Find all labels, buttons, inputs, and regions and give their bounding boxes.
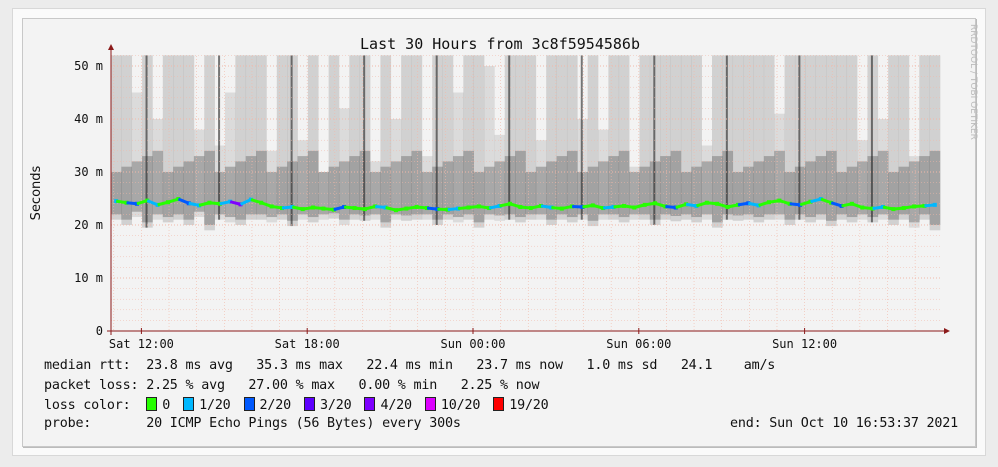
loss-color-item: 3/20	[304, 397, 352, 413]
loss-color-label: 19/20	[509, 398, 549, 413]
smoke-core	[556, 156, 568, 215]
smoke-spike	[580, 55, 583, 220]
smoke-core	[732, 172, 744, 216]
color-label: loss color:	[44, 398, 131, 413]
smoke-core	[473, 172, 485, 223]
smoke-core	[929, 150, 941, 225]
loss-color-item: 2/20	[243, 397, 292, 413]
smoke-core	[297, 156, 309, 215]
smoke-spike	[798, 55, 801, 220]
smoke-core	[743, 166, 754, 215]
smoke-core	[691, 166, 702, 218]
smoke-spike	[508, 55, 511, 220]
chart-title: Last 30 Hours from 3c8f5954586b	[360, 35, 640, 53]
smoke-core	[183, 161, 195, 220]
probe-row: probe: 20 ICMP Echo Pings (56 Bytes) eve…	[44, 416, 958, 431]
loss-color-swatch	[364, 397, 376, 411]
smoke-core	[805, 161, 816, 218]
smoke-core	[587, 166, 599, 221]
y-tick-label: 10 m	[74, 271, 103, 285]
loss-color-item: 19/20	[493, 397, 549, 413]
y-tick-label: 50 m	[74, 59, 103, 73]
y-tick-label: 20 m	[74, 218, 103, 232]
smoke-core	[224, 166, 236, 218]
median-label: median rtt:	[44, 358, 131, 373]
y-axis-label: Seconds	[29, 165, 44, 220]
loss-label: packet loss:	[44, 378, 139, 393]
smoke-core	[328, 166, 340, 214]
x-tick-label: Sat 12:00	[109, 337, 174, 351]
y-axis-arrow	[108, 44, 114, 50]
loss-values: 2.25 % avg 27.00 % max 0.00 % min 2.25 %…	[146, 378, 540, 393]
smoke-core	[390, 161, 402, 215]
loss-color-item: 4/20	[364, 397, 412, 413]
loss-color-swatch	[183, 397, 195, 411]
x-axis-arrow	[944, 328, 950, 334]
loss-color-swatch	[146, 397, 158, 411]
loss-color-label: 4/20	[380, 398, 412, 413]
smoke-core	[235, 161, 247, 220]
x-tick-label: Sun 12:00	[772, 337, 837, 351]
smoke-core	[908, 161, 920, 223]
loss-color-label: 10/20	[440, 398, 481, 413]
loss-color-swatch	[243, 397, 255, 411]
y-tick-label: 0	[96, 324, 103, 338]
smoke-core	[204, 150, 215, 225]
smoke-core	[815, 156, 827, 215]
smoke-core	[266, 172, 278, 218]
loss-color-swatch	[493, 397, 505, 411]
loss-color-label: 1/20	[199, 398, 231, 413]
smoke-core	[338, 161, 350, 220]
loss-color-label: 0	[162, 398, 171, 413]
x-tick-label: Sat 18:00	[275, 337, 340, 351]
packet-loss-row: packet loss: 2.25 % avg 27.00 % max 0.00…	[44, 378, 540, 393]
loss-color-label: 2/20	[259, 398, 292, 413]
smoke-spike	[363, 55, 366, 221]
smoke-spike	[218, 55, 221, 220]
probe-value: 20 ICMP Echo Pings (56 Bytes) every 300s	[146, 416, 461, 431]
y-tick-label: 30 m	[74, 165, 103, 179]
x-tick-label: Sun 06:00	[606, 337, 671, 351]
end-time: end: Sun Oct 10 16:53:37 2021	[730, 416, 958, 431]
smoke-core	[763, 156, 775, 215]
x-tick-label: Sun 00:00	[440, 337, 505, 351]
loss-color-item: 1/20	[183, 397, 231, 413]
median-values: 23.8 ms avg 35.3 ms max 22.4 ms min 23.7…	[146, 358, 776, 373]
median-rtt-row: median rtt: 23.8 ms avg 35.3 ms max 22.4…	[44, 358, 775, 373]
smoke-core	[162, 172, 174, 218]
smoke-core	[173, 166, 184, 215]
rrdtool-watermark: RRDTOOL / TOBI OETIKER	[968, 24, 978, 140]
smoke-core	[442, 161, 454, 215]
loss-color-row: loss color: 0 1/20 2/20 3/20 4/20 10/20 19/20	[44, 397, 562, 413]
loss-color-item: 0	[146, 397, 171, 413]
loss-color-label: 3/20	[320, 398, 352, 413]
probe-label: probe:	[44, 416, 92, 431]
y-tick-label: 40 m	[74, 112, 103, 126]
median-point	[932, 202, 937, 207]
loss-color-swatch	[304, 397, 315, 411]
smoke-spike	[870, 55, 873, 223]
smoke-core	[349, 156, 360, 215]
smoke-core	[753, 161, 765, 218]
smoke-core	[380, 166, 392, 223]
smoke-core	[784, 172, 796, 220]
smoke-core	[888, 172, 899, 220]
loss-color-swatch	[424, 397, 436, 411]
smoke-core	[701, 161, 713, 215]
loss-color-item: 10/20	[424, 397, 481, 413]
smoke-spike	[290, 55, 293, 227]
smoke-core	[546, 161, 557, 220]
smoke-spike	[725, 55, 728, 220]
smoke-core	[712, 156, 723, 223]
smoke-core	[846, 166, 858, 218]
smoke-core	[245, 156, 257, 215]
